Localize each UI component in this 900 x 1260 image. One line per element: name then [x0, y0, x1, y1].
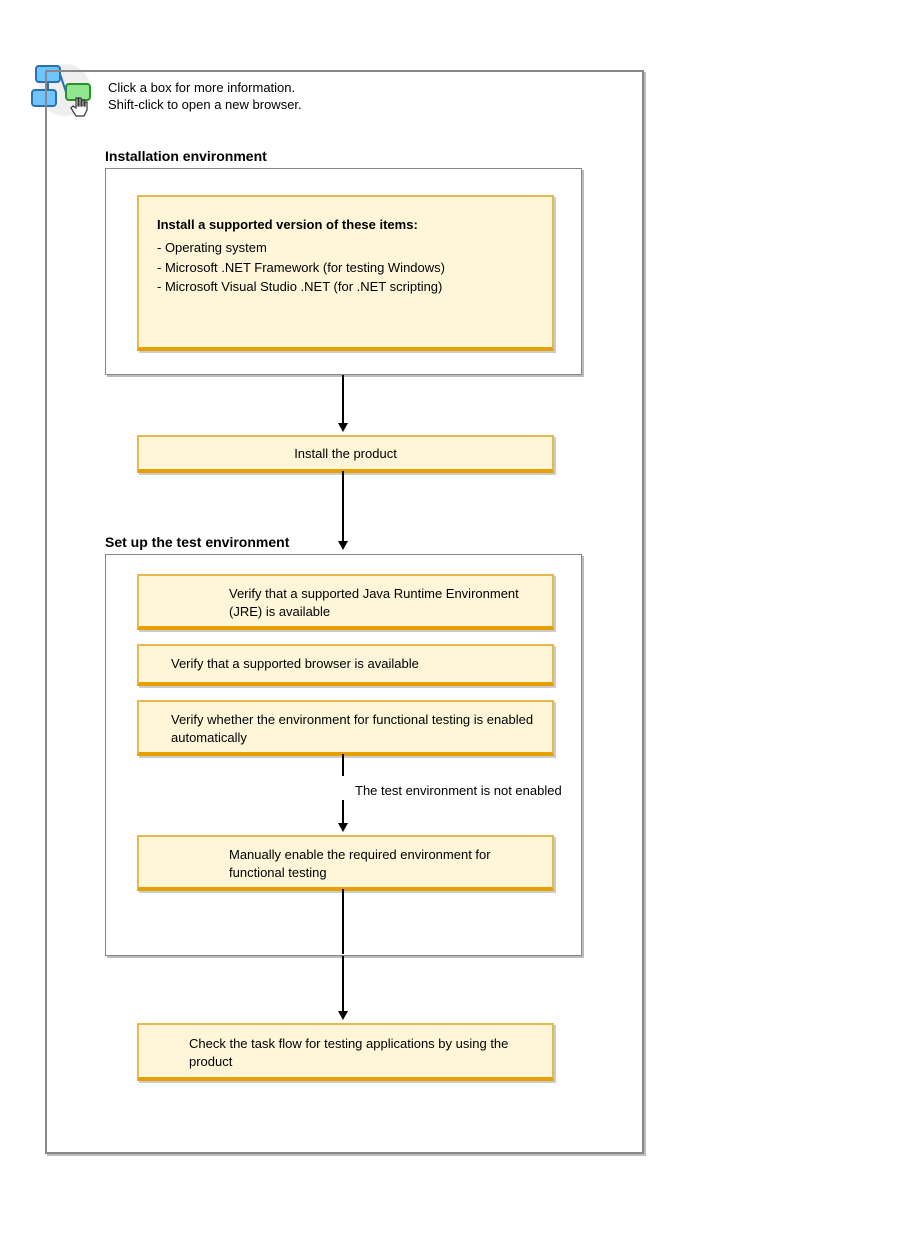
install-item-2: - Microsoft .NET Framework (for testing …: [157, 258, 534, 278]
box-manual-enable[interactable]: Manually enable the required environment…: [137, 835, 554, 891]
install-item-3: - Microsoft Visual Studio .NET (for .NET…: [157, 277, 534, 297]
box-verify-browser[interactable]: Verify that a supported browser is avail…: [137, 644, 554, 686]
arrow-1-head: [338, 423, 348, 432]
section2-title: Set up the test environment: [105, 534, 289, 550]
box-verify-jre[interactable]: Verify that a supported Java Runtime Env…: [137, 574, 554, 630]
verify-browser-label: Verify that a supported browser is avail…: [171, 656, 419, 671]
install-product-label: Install the product: [294, 446, 397, 461]
arrow-3b: [342, 800, 344, 823]
manual-enable-label: Manually enable the required environment…: [229, 847, 491, 880]
arrow-2: [342, 471, 344, 541]
box-install-product[interactable]: Install the product: [137, 435, 554, 473]
arrow-3a: [342, 754, 344, 776]
install-items-heading: Install a supported version of these ite…: [157, 217, 534, 232]
check-taskflow-label: Check the task flow for testing applicat…: [189, 1036, 508, 1069]
box-verify-env[interactable]: Verify whether the environment for funct…: [137, 700, 554, 756]
section1-title: Installation environment: [105, 148, 267, 164]
box-check-taskflow[interactable]: Check the task flow for testing applicat…: [137, 1023, 554, 1081]
arrow-3b-head: [338, 823, 348, 832]
arrow-1: [342, 375, 344, 423]
note-not-enabled: The test environment is not enabled: [355, 783, 562, 798]
arrow-4-line: [342, 889, 344, 954]
install-item-1: - Operating system: [157, 238, 534, 258]
verify-jre-label: Verify that a supported Java Runtime Env…: [229, 586, 519, 619]
verify-env-label: Verify whether the environment for funct…: [171, 712, 533, 745]
arrow-4: [342, 956, 344, 1011]
arrow-2-head: [338, 541, 348, 550]
arrow-4-head: [338, 1011, 348, 1020]
box-install-supported-items[interactable]: Install a supported version of these ite…: [137, 195, 554, 351]
